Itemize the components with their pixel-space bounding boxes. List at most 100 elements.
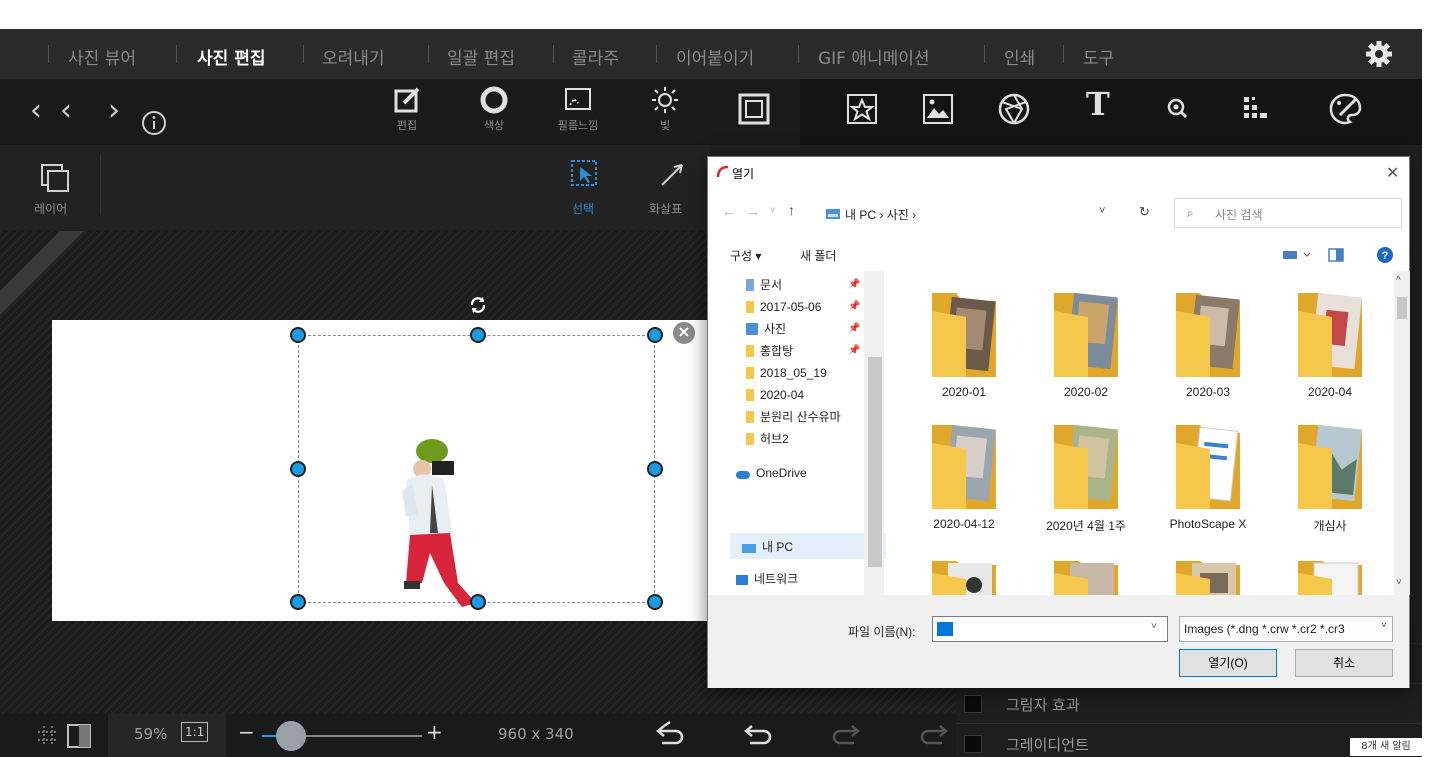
scroll-down-icon[interactable]: ˅ [1396, 577, 1402, 588]
magnifier-icon[interactable] [1158, 89, 1198, 129]
cancel-button[interactable]: 취소 [1295, 649, 1393, 677]
folder-item-partial[interactable] [904, 555, 1024, 595]
palette-icon[interactable] [1326, 89, 1366, 129]
folder-item[interactable]: 2020-03 [1148, 281, 1268, 411]
zoom-in-button[interactable]: + [426, 720, 443, 744]
redo-all-icon[interactable] [916, 720, 950, 750]
notification-badge[interactable]: 8개 새 알림 [1350, 738, 1422, 756]
folder-item[interactable]: 개심사 [1270, 413, 1390, 543]
zoom-slider-thumb[interactable] [276, 721, 306, 751]
redo-icon[interactable] [828, 720, 862, 750]
view-options-icon[interactable] [1282, 249, 1310, 261]
folder-item[interactable]: 2020-02 [1026, 281, 1146, 411]
nav-prev-partial-icon[interactable]: ‹ [30, 93, 42, 128]
nav-item-mussel[interactable]: 홍합탕 [746, 341, 793, 361]
up-icon[interactable]: ↑ [788, 202, 795, 218]
tool-light[interactable]: 빛 [630, 85, 700, 133]
nav-item-bunwonri[interactable]: 분원리 산수유마 [746, 407, 841, 427]
nav-item-2018-05-19[interactable]: 2018_05_19 [746, 363, 827, 383]
folder-item[interactable]: 2020-04 [1270, 281, 1390, 411]
resize-handle-e[interactable] [647, 461, 663, 477]
menu-item-collage[interactable]: 콜라주 [572, 44, 619, 69]
address-bar[interactable]: 내 PC › 사진 › ˅ ↻ [818, 198, 1164, 228]
recent-dropdown-icon[interactable]: ˅ [770, 205, 775, 215]
nav-scrollbar-thumb[interactable] [868, 357, 882, 567]
folder-item-partial[interactable] [1148, 555, 1268, 595]
resize-handle-n[interactable] [470, 327, 486, 343]
qr-icon[interactable] [1236, 89, 1276, 129]
effect-checkbox[interactable] [964, 735, 982, 753]
scroll-up-icon[interactable]: ^ [1396, 275, 1401, 286]
help-icon[interactable]: ? [1376, 246, 1394, 264]
nav-item-this-pc[interactable]: 내 PC [742, 537, 793, 557]
menu-item-print[interactable]: 인쇄 [1004, 44, 1035, 69]
filter-dropdown-icon[interactable]: ˅ [1381, 620, 1387, 631]
zoom-out-button[interactable]: − [238, 720, 255, 744]
nav-item-2020-04[interactable]: 2020-04 [746, 385, 804, 405]
gear-icon[interactable] [1364, 39, 1394, 69]
select-icon[interactable] [568, 157, 602, 191]
frame-icon[interactable] [734, 89, 774, 129]
address-dropdown-icon[interactable]: ˅ [1099, 205, 1105, 217]
back-icon[interactable]: ← [722, 203, 736, 219]
image-icon[interactable] [918, 89, 958, 129]
nav-item-onedrive[interactable]: OneDrive [736, 463, 807, 483]
zoom-1to1-button[interactable]: 1:1 [181, 722, 209, 742]
file-list-scrollbar-thumb[interactable] [1397, 297, 1407, 319]
nav-item-2017-05-06[interactable]: 2017-05-06 [746, 297, 821, 317]
compare-icon[interactable] [66, 723, 92, 749]
tool-color[interactable]: 색상 [459, 85, 529, 133]
aperture-icon[interactable] [994, 89, 1034, 129]
tool-edit[interactable]: 편집 [372, 85, 442, 133]
resize-handle-ne[interactable] [647, 327, 663, 343]
preview-pane-icon[interactable] [1328, 248, 1344, 262]
undo-icon[interactable] [742, 720, 776, 750]
info-icon[interactable] [140, 109, 168, 137]
menu-item-gif[interactable]: GIF 애니메이션 [818, 44, 930, 69]
resize-handle-s[interactable] [470, 594, 486, 610]
rotate-handle-icon[interactable] [467, 294, 489, 316]
nav-next-icon[interactable]: › [108, 93, 120, 128]
folder-item-partial[interactable] [1270, 555, 1390, 595]
forward-icon[interactable]: → [746, 203, 760, 219]
effect-checkbox[interactable] [964, 695, 982, 713]
menu-item-batch[interactable]: 일괄 편집 [447, 44, 515, 69]
close-icon[interactable]: ✕ [1386, 163, 1399, 183]
menu-item-combine[interactable]: 이어붙이기 [676, 44, 754, 69]
arrow-icon[interactable] [656, 157, 690, 191]
text-icon[interactable]: T [1086, 85, 1126, 125]
nav-item-documents[interactable]: 문서 [746, 275, 782, 295]
menu-item-cutout[interactable]: 오려내기 [322, 44, 385, 69]
menu-item-viewer[interactable]: 사진 뷰어 [68, 44, 136, 69]
resize-handle-se[interactable] [647, 594, 663, 610]
tool-film[interactable]: 필름느낌 [543, 85, 613, 133]
nav-item-network[interactable]: 네트워크 [736, 569, 798, 589]
grid-icon[interactable] [36, 724, 60, 748]
folder-item[interactable]: PhotoScape X [1148, 413, 1268, 543]
resize-handle-nw[interactable] [290, 327, 306, 343]
folder-item[interactable]: 2020년 4월 1주 [1026, 413, 1146, 543]
folder-item[interactable]: 2020-04-12 [904, 413, 1024, 543]
filename-dropdown-icon[interactable]: ˅ [1151, 621, 1157, 632]
menu-item-tools[interactable]: 도구 [1083, 44, 1114, 69]
open-button[interactable]: 열기(O) [1179, 649, 1277, 677]
file-list-scrollbar[interactable] [1394, 271, 1410, 595]
resize-handle-sw[interactable] [290, 594, 306, 610]
file-type-filter[interactable]: Images (*.dng *.crw *.cr2 *.cr3 [1179, 616, 1393, 642]
menu-item-editor[interactable]: 사진 편집 [197, 44, 265, 69]
filename-input[interactable]: ˅ [932, 616, 1168, 642]
refresh-icon[interactable]: ↻ [1139, 204, 1150, 220]
effect-row-shadow[interactable]: 그림자 효과 [956, 683, 1422, 723]
folder-item[interactable]: 2020-01 [904, 281, 1024, 411]
layer-icon[interactable] [38, 161, 72, 195]
new-folder-button[interactable]: 새 폴더 [800, 247, 836, 264]
nav-prev-icon[interactable]: ‹ [60, 93, 72, 128]
delete-object-icon[interactable]: × [671, 320, 697, 346]
search-input[interactable]: ⌕ 사진 검색 [1174, 198, 1402, 228]
undo-all-icon[interactable] [654, 720, 688, 750]
nav-item-herb2[interactable]: 허브2 [746, 429, 789, 449]
star-icon[interactable] [842, 89, 882, 129]
nav-item-pictures[interactable]: 사진 [746, 319, 786, 339]
folder-item-partial[interactable] [1026, 555, 1146, 595]
organize-button[interactable]: 구성 ▾ [730, 247, 761, 264]
